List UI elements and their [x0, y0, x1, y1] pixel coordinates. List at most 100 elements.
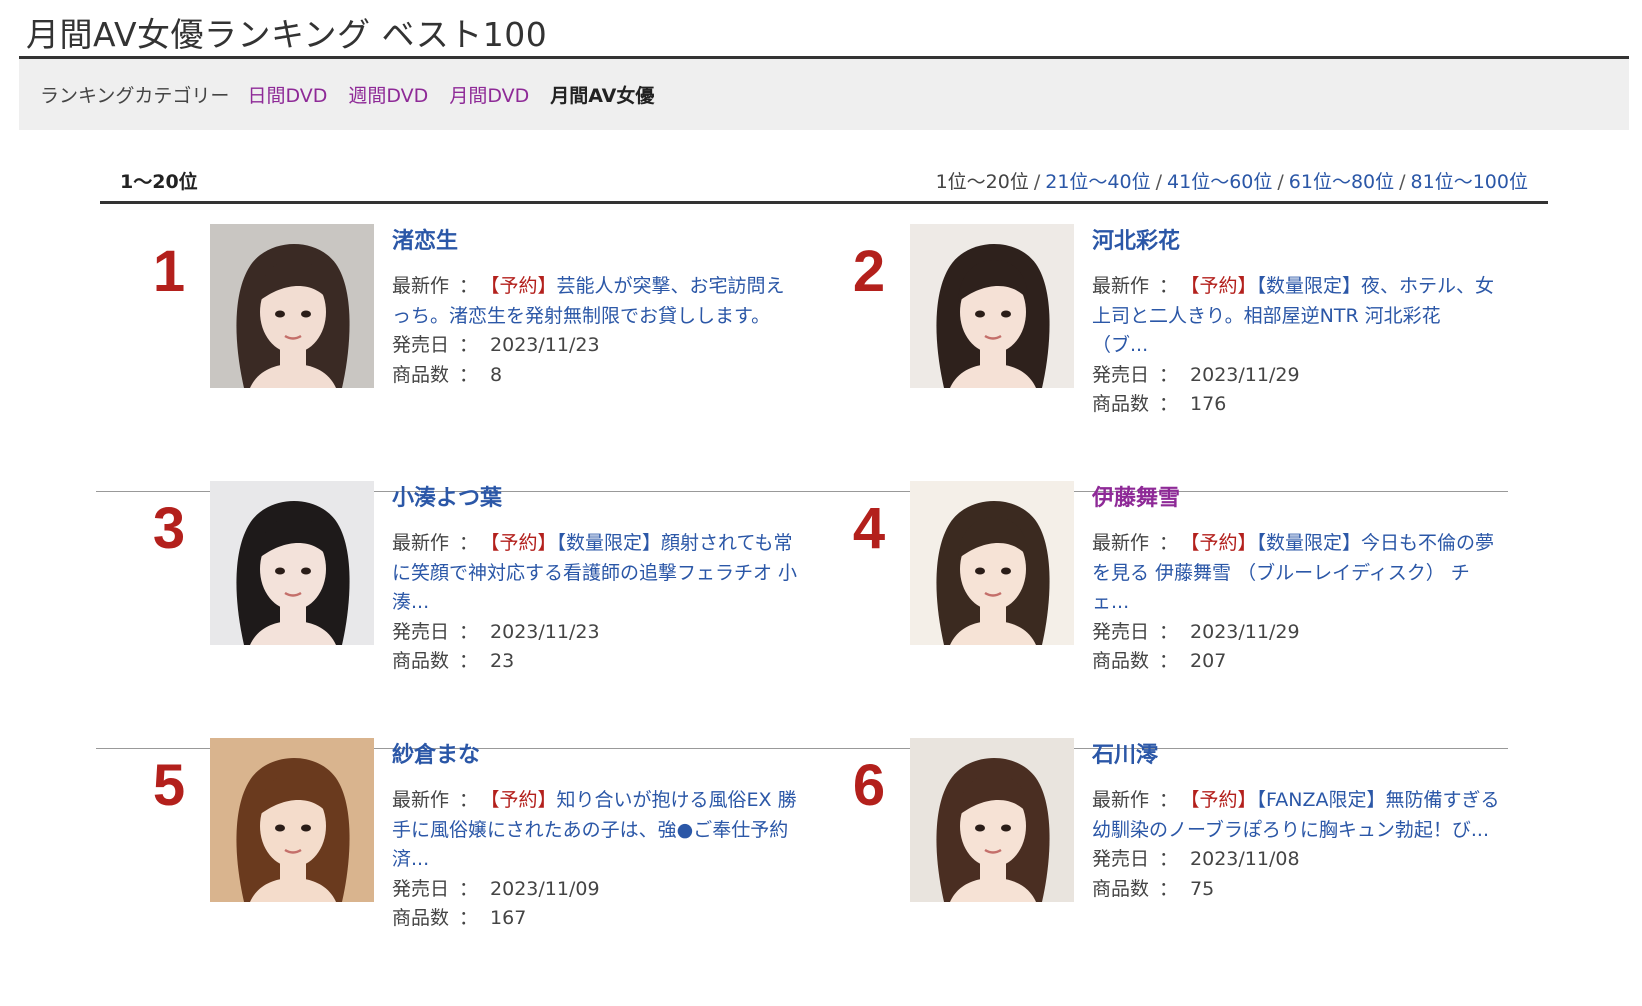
pager-separator: /: [1399, 171, 1406, 193]
latest-work-title: 【数量限定】顔射されても常に笑顔で神対応する看護師の追撃フェラチオ 小湊...: [392, 532, 798, 613]
pager-link-41-60[interactable]: 41位〜60位: [1167, 171, 1272, 193]
rank-number: 3: [152, 496, 186, 561]
latest-work-row: 最新作：【予約】【数量限定】今日も不倫の夢を見る 伊藤舞雪 （ブルーレイディスク…: [1092, 529, 1502, 618]
reserve-tag: 【予約】: [1190, 275, 1257, 297]
rank-number: 2: [852, 239, 886, 304]
latest-work-row: 最新作：【予約】【数量限定】顔射されても常に笑顔で神対応する看護師の追撃フェラチ…: [392, 529, 802, 618]
latest-work-title: 芸能人が突撃、お宅訪問えっち。渚恋生を発射無制限でお貸しします。: [392, 275, 785, 327]
range-current-label: 1〜20位: [120, 171, 198, 193]
latest-work-row: 最新作：【予約】知り合いが抱ける風俗EX 勝手に風俗嬢にされたあの子は、強●ご奉…: [392, 786, 802, 875]
latest-work-link[interactable]: 【予約】知り合いが抱ける風俗EX 勝手に風俗嬢にされたあの子は、強●ご奉仕予約済…: [392, 789, 797, 870]
actress-info: 紗倉まな 最新作：【予約】知り合いが抱ける風俗EX 勝手に風俗嬢にされたあの子は…: [392, 738, 802, 934]
colon: ：: [459, 363, 479, 386]
actress-name-link[interactable]: 伊藤舞雪: [1092, 481, 1502, 517]
category-bar-label: ランキングカテゴリー: [40, 85, 230, 107]
latest-work-link[interactable]: 【予約】芸能人が突撃、お宅訪問えっち。渚恋生を発射無制限でお貸しします。: [392, 275, 785, 327]
actress-photo[interactable]: [910, 481, 1074, 645]
reserve-tag: 【予約】: [490, 275, 557, 297]
latest-label: 最新作: [392, 532, 450, 554]
count-label: 商品数: [1092, 393, 1150, 415]
ranking-item-6: 6 石川澪 最新作：【予約】【FANZA限定】無防備すぎる幼馴染のノーブラぽろり…: [796, 738, 1508, 1006]
latest-work-title: 【数量限定】今日も不倫の夢を見る 伊藤舞雪 （ブルーレイディスク） チェ...: [1092, 532, 1495, 613]
category-link-daily-dvd[interactable]: 日間DVD: [247, 81, 327, 108]
reserve-tag: 【予約】: [1190, 789, 1257, 811]
colon: ：: [1159, 532, 1179, 554]
count-label: 商品数: [1092, 877, 1150, 900]
latest-work-row: 最新作：【予約】芸能人が突撃、お宅訪問えっち。渚恋生を発射無制限でお貸しします。: [392, 272, 802, 331]
release-label: 発売日: [1092, 363, 1150, 386]
latest-work-link[interactable]: 【予約】【FANZA限定】無防備すぎる幼馴染のノーブラぽろりに胸キュン勃起！び.…: [1092, 789, 1499, 841]
count-label: 商品数: [392, 650, 450, 672]
actress-name-link[interactable]: 小湊よつ葉: [392, 481, 802, 517]
actress-photo[interactable]: [210, 224, 374, 388]
product-count-value: 23: [490, 650, 515, 672]
actress-info: 小湊よつ葉 最新作：【予約】【数量限定】顔射されても常に笑顔で神対応する看護師の…: [392, 481, 802, 677]
actress-photo[interactable]: [210, 738, 374, 902]
rank-number: 6: [852, 753, 886, 818]
colon: ：: [1159, 877, 1179, 900]
release-label: 発売日: [1092, 848, 1150, 870]
product-count-row: 商品数 ： 75: [1092, 875, 1502, 905]
release-date-row: 発売日 ： 2023/11/08: [1092, 845, 1502, 875]
latest-work-link[interactable]: 【予約】【数量限定】今日も不倫の夢を見る 伊藤舞雪 （ブルーレイディスク） チェ…: [1092, 532, 1494, 613]
category-current-monthly-actress: 月間AV女優: [550, 85, 655, 107]
latest-work-row: 最新作：【予約】【FANZA限定】無防備すぎる幼馴染のノーブラぽろりに胸キュン勃…: [1092, 786, 1502, 845]
latest-label: 最新作: [1092, 275, 1150, 297]
pager-link-21-40[interactable]: 21位〜40位: [1045, 171, 1150, 193]
release-date-value: 2023/11/23: [490, 620, 600, 643]
release-date-row: 発売日 ： 2023/11/23: [392, 618, 802, 648]
ranking-item-5: 5 紗倉まな 最新作：【予約】知り合いが抱ける風俗EX 勝手に風俗嬢にされたあの…: [96, 738, 808, 1006]
release-label: 発売日: [392, 620, 450, 643]
product-count-value: 176: [1190, 393, 1227, 415]
actress-info: 渚恋生 最新作：【予約】芸能人が突撃、お宅訪問えっち。渚恋生を発射無制限でお貸し…: [392, 224, 802, 390]
actress-portrait-image: [910, 481, 1074, 645]
actress-name-link[interactable]: 石川澪: [1092, 738, 1502, 774]
pager-separator: /: [1033, 171, 1041, 193]
range-header: 1〜20位 1位〜20位/21位〜40位/41位〜60位/61位〜80位/81位…: [100, 164, 1548, 204]
actress-photo[interactable]: [210, 481, 374, 645]
actress-name-link[interactable]: 河北彩花: [1092, 224, 1502, 260]
category-link-weekly-dvd[interactable]: 週間DVD: [348, 81, 428, 108]
category-bar: ランキングカテゴリー 日間DVD 週間DVD 月間DVD 月間AV女優: [19, 59, 1629, 130]
pager-link-61-80[interactable]: 61位〜80位: [1289, 171, 1394, 193]
colon: ：: [459, 907, 479, 929]
count-label: 商品数: [392, 907, 450, 929]
reserve-tag: 【予約】: [490, 789, 557, 811]
pager-current: 1位〜20位: [935, 171, 1029, 193]
ranking-item-2: 2 河北彩花 最新作：【予約】【数量限定】夜、ホテル、女上司と二人きり。相部屋逆…: [796, 224, 1508, 492]
actress-info: 石川澪 最新作：【予約】【FANZA限定】無防備すぎる幼馴染のノーブラぽろりに胸…: [1092, 738, 1502, 904]
latest-label: 最新作: [1092, 532, 1150, 554]
actress-photo[interactable]: [910, 224, 1074, 388]
product-count-row: 商品数 ： 176: [1092, 390, 1502, 420]
colon: ：: [459, 620, 479, 643]
colon: ：: [1159, 789, 1179, 811]
latest-work-link[interactable]: 【予約】【数量限定】顔射されても常に笑顔で神対応する看護師の追撃フェラチオ 小湊…: [392, 532, 797, 613]
product-count-value: 167: [490, 907, 527, 929]
rank-number: 5: [152, 753, 186, 818]
reserve-tag: 【予約】: [490, 532, 557, 554]
actress-info: 伊藤舞雪 最新作：【予約】【数量限定】今日も不倫の夢を見る 伊藤舞雪 （ブルーレ…: [1092, 481, 1502, 677]
release-date-row: 発売日 ： 2023/11/29: [1092, 361, 1502, 391]
release-date-value: 2023/11/29: [1190, 620, 1300, 643]
release-date-value: 2023/11/23: [490, 334, 600, 356]
ranking-item-1: 1 渚恋生 最新作：【予約】芸能人が突撃、お宅訪問えっち。渚恋生を発射無制限でお…: [96, 224, 808, 492]
pager-link-81-100[interactable]: 81位〜100位: [1411, 171, 1528, 193]
latest-label: 最新作: [392, 789, 450, 811]
actress-photo[interactable]: [910, 738, 1074, 902]
latest-work-title: 【FANZA限定】無防備すぎる幼馴染のノーブラぽろりに胸キュン勃起！び...: [1092, 789, 1500, 841]
actress-name-link[interactable]: 渚恋生: [392, 224, 802, 260]
colon: ：: [1159, 275, 1179, 297]
actress-name-link[interactable]: 紗倉まな: [392, 738, 802, 774]
actress-portrait-image: [210, 481, 374, 645]
product-count-value: 207: [1190, 650, 1227, 672]
release-date-value: 2023/11/08: [1190, 848, 1300, 870]
latest-work-link[interactable]: 【予約】【数量限定】夜、ホテル、女上司と二人きり。相部屋逆NTR 河北彩花 （ブ…: [1092, 275, 1494, 356]
latest-work-title: 【数量限定】夜、ホテル、女上司と二人きり。相部屋逆NTR 河北彩花 （ブ...: [1092, 275, 1495, 356]
page-title: 月間AV女優ランキング ベスト100: [26, 15, 548, 54]
pager-separator: /: [1277, 171, 1284, 193]
release-date-value: 2023/11/29: [1190, 363, 1300, 386]
pager-separator: /: [1155, 171, 1163, 193]
reserve-tag: 【予約】: [1190, 532, 1257, 554]
category-link-monthly-dvd[interactable]: 月間DVD: [449, 81, 529, 108]
colon: ：: [459, 532, 479, 554]
